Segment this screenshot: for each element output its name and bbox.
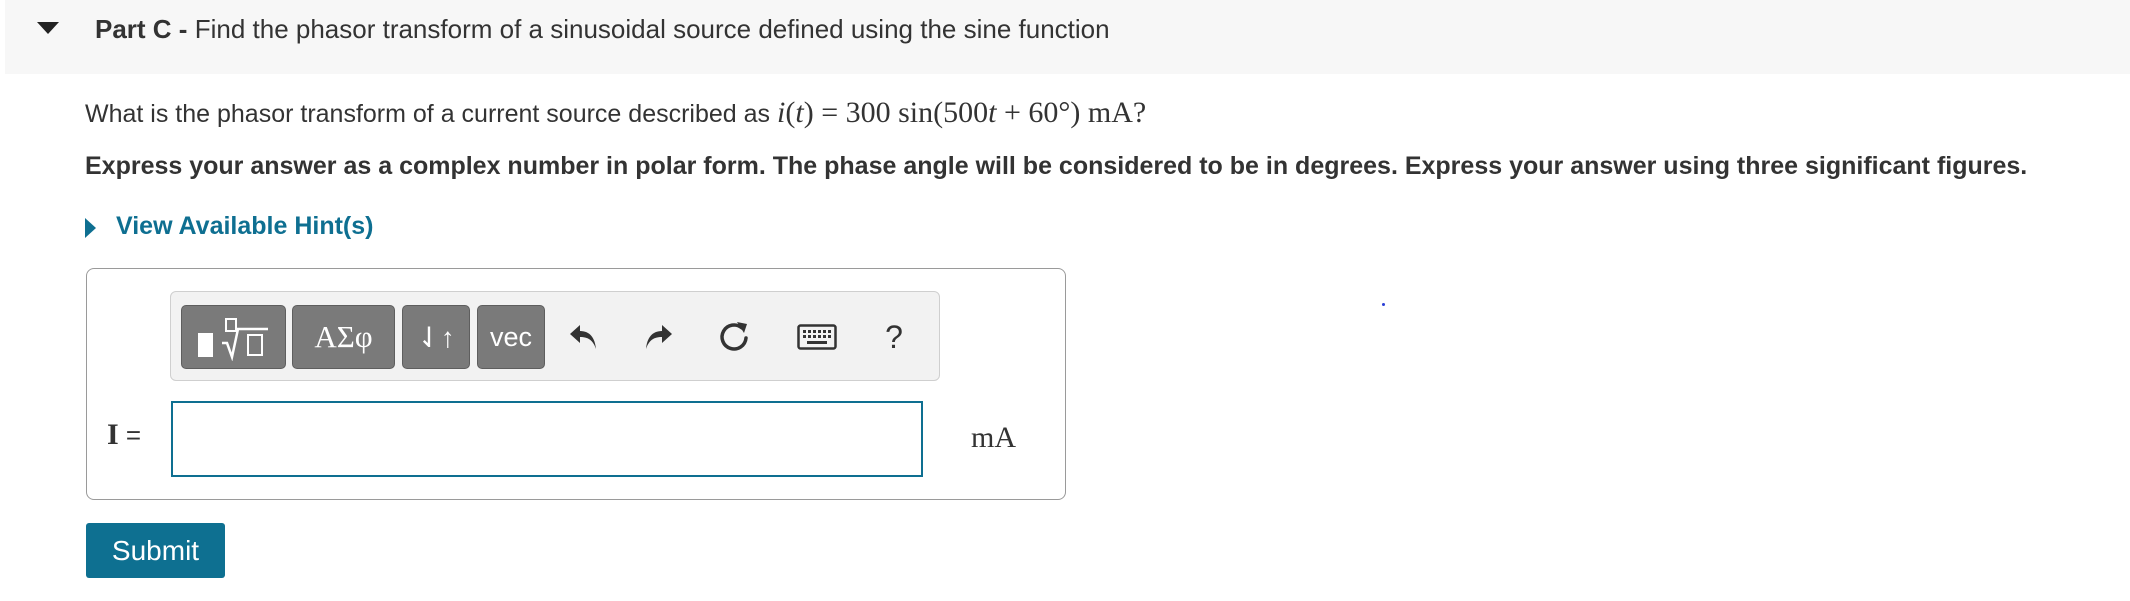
templates-button[interactable] [181,305,286,369]
templates-icon [197,318,268,361]
help-button[interactable]: ? [871,314,917,360]
keyboard-icon [797,324,837,350]
formula-unit: mA [1087,96,1133,129]
answer-equals: = [125,420,142,450]
formula-sin: sin [898,96,934,129]
redo-icon [646,325,672,349]
part-title: Part C - Find the phasor transform of a … [95,14,1110,45]
arrows-button[interactable]: ⇃↑ [402,305,470,369]
formula-func: i [777,96,786,129]
hint-label[interactable]: View Available Hint(s) [116,212,373,240]
reset-button[interactable] [711,314,757,360]
undo-icon [570,325,596,349]
question-formula: i(t) = 300 sin(500t + 60°) mA? [777,96,1147,129]
redo-button[interactable] [635,314,681,360]
formula-equals: = [821,96,839,129]
answer-variable-label: I = [107,418,141,452]
answer-box: ΑΣφ ⇃↑ vec ? I = mA [86,268,1066,500]
reset-icon [720,322,748,351]
collapse-caret-icon[interactable] [37,22,59,34]
formula-angle: 60° [1028,96,1071,129]
part-label: Part C - [95,14,188,44]
question-text: What is the phasor transform of a curren… [85,96,1146,130]
formula-coefficient: 300 [845,96,891,129]
submit-button[interactable]: Submit [86,523,225,578]
formula-arg: t [795,96,804,129]
formula-t: t [988,96,997,129]
formula-omega: 500 [943,96,989,129]
answer-variable: I [107,418,119,451]
keyboard-button[interactable] [791,314,843,360]
hint-caret-icon [85,217,96,238]
math-toolbar: ΑΣφ ⇃↑ vec ? [170,291,940,381]
question-prompt: What is the phasor transform of a curren… [85,100,771,128]
answer-input[interactable] [171,401,923,477]
part-title-text: Find the phasor transform of a sinusoida… [194,14,1110,44]
greek-symbols-button[interactable]: ΑΣφ [292,305,395,369]
part-header: Part C - Find the phasor transform of a … [5,0,2130,74]
vector-button[interactable]: vec [477,305,545,369]
undo-button[interactable] [561,314,607,360]
answer-units: mA [971,421,1016,454]
answer-instructions: Express your answer as a complex number … [85,152,2028,180]
stray-dot [1382,303,1385,306]
formula-question-mark: ? [1132,96,1147,129]
view-hints-link[interactable]: View Available Hint(s) [85,212,373,244]
formula-plus: + [1003,96,1021,129]
